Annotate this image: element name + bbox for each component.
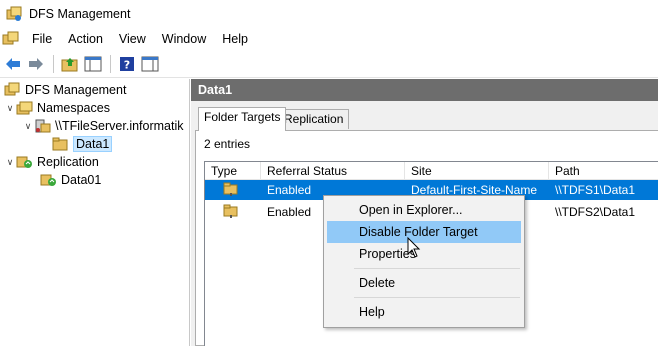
window-title: DFS Management <box>29 6 131 21</box>
pane-title: Data1 <box>191 79 658 101</box>
tree-item-dfs-management[interactable]: DFS Management <box>4 81 126 99</box>
menu-view[interactable]: View <box>111 32 154 46</box>
menu-item-disable-folder-target[interactable]: Disable Folder Target <box>327 221 521 243</box>
menu-item-properties[interactable]: Properties <box>327 243 521 265</box>
tab-replication[interactable]: Replication <box>278 109 350 129</box>
chevron-down-icon[interactable]: ∨ <box>4 157 16 168</box>
column-header-type[interactable]: Type <box>205 162 261 180</box>
tree-item-data01[interactable]: Data01 <box>40 171 101 189</box>
folder-target-icon <box>223 181 239 201</box>
column-header-referral-status[interactable]: Referral Status <box>261 162 405 180</box>
dfs-management-icon <box>6 6 22 21</box>
tree-label: \\TFileServer.informatik <box>55 119 184 133</box>
replication-icon <box>16 154 33 170</box>
menu-item-open-in-explorer[interactable]: Open in Explorer... <box>327 199 521 221</box>
referral-status-cell: Enabled <box>267 205 312 219</box>
show-hide-tree-button[interactable] <box>82 53 104 75</box>
system-menu-icon[interactable] <box>2 31 20 47</box>
path-cell: \\TDFS1\Data1 <box>555 183 636 197</box>
console-tree: DFS Management ∨ Namespaces ∨ \\TFileSer… <box>0 79 190 346</box>
dfs-management-icon <box>4 82 21 98</box>
column-header-site[interactable]: Site <box>405 162 549 180</box>
mouse-pointer-icon <box>407 237 421 258</box>
menu-separator <box>354 268 520 269</box>
namespace-root-icon <box>34 118 51 134</box>
column-header-path[interactable]: Path <box>549 162 658 180</box>
folder-target-icon <box>223 203 239 223</box>
tree-label: Data1 <box>73 136 113 152</box>
toolbar-separator <box>110 54 111 73</box>
action-pane-icon <box>141 56 159 71</box>
show-hide-tree-icon <box>84 56 102 71</box>
tree-label: Data01 <box>61 173 102 187</box>
tree-item-data1[interactable]: Data1 <box>52 135 113 153</box>
up-one-level-button[interactable] <box>59 53 81 75</box>
menu-action[interactable]: Action <box>60 32 111 46</box>
show-action-pane-button[interactable] <box>139 53 161 75</box>
tree-label: Replication <box>37 155 99 169</box>
svg-text:?: ? <box>124 58 130 71</box>
list-header: Type Referral Status Site Path <box>205 162 658 180</box>
tree-item-replication[interactable]: ∨ Replication <box>4 153 99 171</box>
menu-item-delete[interactable]: Delete <box>327 272 521 294</box>
context-menu: Open in Explorer... Disable Folder Targe… <box>323 195 525 328</box>
folder-icon <box>52 136 69 152</box>
back-button[interactable] <box>2 53 24 75</box>
back-arrow-icon <box>6 57 20 70</box>
tree-item-namespace-server[interactable]: ∨ \\TFileServer.informatik <box>22 117 184 135</box>
menu-bar: File Action View Window Help <box>0 27 658 50</box>
path-cell: \\TDFS2\Data1 <box>555 205 636 219</box>
menu-help[interactable]: Help <box>214 32 256 46</box>
tab-folder-targets[interactable]: Folder Targets <box>198 107 287 131</box>
entries-count: 2 entries <box>204 137 251 151</box>
menu-item-help[interactable]: Help <box>327 301 521 323</box>
menu-window[interactable]: Window <box>154 32 214 46</box>
up-folder-icon <box>61 57 78 71</box>
replication-group-icon <box>40 172 57 188</box>
namespaces-icon <box>16 100 33 116</box>
referral-status-cell: Enabled <box>267 183 312 197</box>
toolbar: ? <box>0 50 658 78</box>
tree-label: DFS Management <box>25 83 127 97</box>
menu-file[interactable]: File <box>24 32 60 46</box>
help-icon: ? <box>120 56 134 71</box>
menu-separator <box>354 297 520 298</box>
help-button[interactable]: ? <box>116 53 138 75</box>
forward-button[interactable] <box>25 53 47 75</box>
chevron-down-icon[interactable]: ∨ <box>4 103 16 114</box>
toolbar-separator <box>53 54 54 73</box>
tree-label: Namespaces <box>37 101 110 115</box>
title-bar: DFS Management <box>0 0 658 27</box>
tree-item-namespaces[interactable]: ∨ Namespaces <box>4 99 110 117</box>
chevron-down-icon[interactable]: ∨ <box>22 121 34 132</box>
forward-arrow-icon <box>29 57 43 70</box>
